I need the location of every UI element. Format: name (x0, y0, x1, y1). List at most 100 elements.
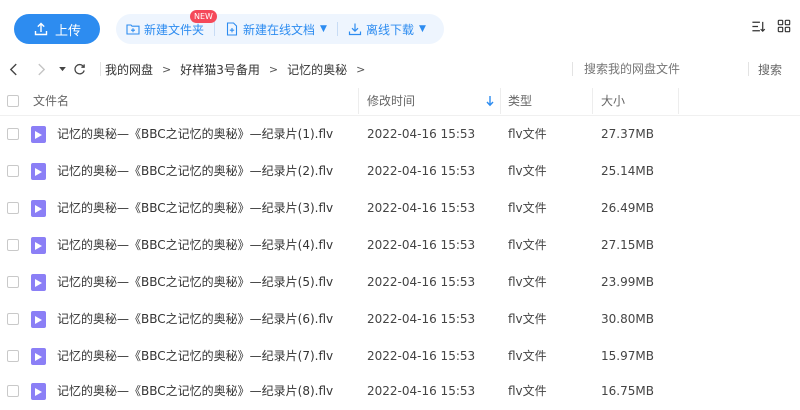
chevron-left-icon (9, 63, 17, 75)
file-name[interactable]: 记忆的奥秘—《BBC之记忆的奥秘》—纪录片(4).flv (57, 227, 333, 264)
row-checkbox[interactable] (7, 239, 19, 251)
select-all-checkbox[interactable] (7, 95, 19, 107)
column-header-size[interactable]: 大小 (601, 86, 625, 116)
row-checkbox[interactable] (7, 276, 19, 288)
row-checkbox[interactable] (7, 350, 19, 362)
file-name[interactable]: 记忆的奥秘—《BBC之记忆的奥秘》—纪录片(6).flv (57, 301, 333, 338)
row-checkbox[interactable] (7, 385, 19, 397)
forward-button[interactable] (32, 59, 50, 79)
sort-icon[interactable] (750, 18, 766, 34)
breadcrumb-item[interactable]: 好样猫3号备用 (180, 61, 260, 78)
file-name[interactable]: 记忆的奥秘—《BBC之记忆的奥秘》—纪录片(1).flv (57, 116, 333, 153)
file-modified: 2022-04-16 15:53 (367, 312, 476, 326)
file-size: 25.14MB (601, 164, 654, 178)
file-type: flv文件 (508, 127, 547, 141)
file-type: flv文件 (508, 384, 547, 398)
chevron-down-icon: ▼ (418, 24, 426, 34)
new-folder-label: 新建文件夹 (144, 22, 205, 37)
file-modified: 2022-04-16 15:53 (367, 384, 476, 398)
file-name[interactable]: 记忆的奥秘—《BBC之记忆的奥秘》—纪录片(2).flv (57, 153, 333, 190)
file-name[interactable]: 记忆的奥秘—《BBC之记忆的奥秘》—纪录片(3).flv (57, 190, 333, 227)
column-header-modified[interactable]: 修改时间 (367, 86, 415, 116)
file-type: flv文件 (508, 349, 547, 363)
file-size: 16.75MB (601, 384, 654, 398)
column-divider (592, 88, 593, 114)
table-row[interactable]: 记忆的奥秘—《BBC之记忆的奥秘》—纪录片(4).flv 2022-04-16 … (0, 227, 800, 264)
table-row[interactable]: 记忆的奥秘—《BBC之记忆的奥秘》—纪录片(1).flv 2022-04-16 … (0, 116, 800, 153)
video-file-icon (31, 163, 46, 180)
file-type: flv文件 (508, 164, 547, 178)
file-type: flv文件 (508, 201, 547, 215)
file-type: flv文件 (508, 238, 547, 252)
video-file-icon (31, 311, 46, 328)
file-modified: 2022-04-16 15:53 (367, 349, 476, 363)
sort-descending-icon[interactable] (486, 95, 494, 107)
action-group: 新建文件夹 新建在线文档 ▼ 离线下载 ▼ (116, 14, 444, 44)
file-name[interactable]: 记忆的奥秘—《BBC之记忆的奥秘》—纪录片(7).flv (57, 338, 333, 375)
refresh-button[interactable] (70, 59, 88, 79)
grid-view-icon[interactable] (776, 18, 792, 34)
column-header-name[interactable]: 文件名 (33, 86, 69, 116)
table-row[interactable]: 记忆的奥秘—《BBC之记忆的奥秘》—纪录片(7).flv 2022-04-16 … (0, 338, 800, 375)
caret-down-icon (58, 66, 66, 71)
chevron-down-icon: ▼ (320, 24, 327, 34)
column-divider (358, 88, 359, 114)
offline-download-label: 离线下载 (365, 22, 414, 37)
offline-download-button[interactable]: 离线下载 ▼ (338, 14, 436, 44)
breadcrumb-item-current[interactable]: 记忆的奥秘 (287, 61, 347, 78)
file-modified: 2022-04-16 15:53 (367, 275, 476, 289)
chevron-right-icon (37, 63, 45, 75)
file-modified: 2022-04-16 15:53 (367, 238, 476, 252)
new-online-doc-label: 新建在线文档 (243, 22, 316, 37)
breadcrumb: 我的网盘 > 好样猫3号备用 > 记忆的奥秘 > (105, 61, 374, 78)
search-input[interactable] (584, 59, 744, 79)
breadcrumb-item[interactable]: 我的网盘 (105, 61, 153, 78)
view-controls (750, 18, 792, 34)
file-name[interactable]: 记忆的奥秘—《BBC之记忆的奥秘》—纪录片(5).flv (57, 264, 333, 301)
file-modified: 2022-04-16 15:53 (367, 164, 476, 178)
row-checkbox[interactable] (7, 128, 19, 140)
upload-icon (34, 22, 48, 36)
row-checkbox[interactable] (7, 202, 19, 214)
nav-divider (572, 62, 573, 76)
upload-label: 上传 (54, 23, 81, 39)
toolbar: 上传 新建文件夹 新建在线文档 ▼ 离线下载 ▼ NEW (0, 0, 800, 56)
column-divider (500, 88, 501, 114)
video-file-icon (31, 126, 46, 143)
video-file-icon (31, 237, 46, 254)
search-button[interactable]: 搜索 (758, 61, 782, 78)
column-header-type[interactable]: 类型 (508, 86, 532, 116)
breadcrumb-separator: > (162, 62, 172, 76)
file-size: 26.49MB (601, 201, 654, 215)
row-checkbox[interactable] (7, 313, 19, 325)
file-size: 30.80MB (601, 312, 654, 326)
upload-button[interactable]: 上传 (14, 14, 100, 44)
navigation-bar: 我的网盘 > 好样猫3号备用 > 记忆的奥秘 > 搜索 (0, 56, 800, 82)
file-size: 23.99MB (601, 275, 654, 289)
history-dropdown[interactable] (56, 59, 68, 79)
table-row[interactable]: 记忆的奥秘—《BBC之记忆的奥秘》—纪录片(8).flv 2022-04-16 … (0, 373, 800, 410)
folder-plus-icon (126, 24, 140, 35)
file-modified: 2022-04-16 15:53 (367, 201, 476, 215)
file-modified: 2022-04-16 15:53 (367, 127, 476, 141)
refresh-icon (73, 63, 85, 74)
row-checkbox[interactable] (7, 165, 19, 177)
column-divider (678, 88, 679, 114)
download-icon (348, 23, 362, 36)
file-name[interactable]: 记忆的奥秘—《BBC之记忆的奥秘》—纪录片(8).flv (57, 373, 333, 410)
back-button[interactable] (4, 59, 22, 79)
document-plus-icon (226, 22, 238, 36)
table-row[interactable]: 记忆的奥秘—《BBC之记忆的奥秘》—纪录片(6).flv 2022-04-16 … (0, 301, 800, 338)
new-online-doc-button[interactable]: 新建在线文档 ▼ (215, 14, 337, 44)
new-badge: NEW (190, 10, 217, 23)
table-header: 文件名 修改时间 类型 大小 (0, 86, 800, 116)
file-type: flv文件 (508, 275, 547, 289)
video-file-icon (31, 274, 46, 291)
file-type: flv文件 (508, 312, 547, 326)
table-row[interactable]: 记忆的奥秘—《BBC之记忆的奥秘》—纪录片(2).flv 2022-04-16 … (0, 153, 800, 190)
video-file-icon (31, 383, 46, 400)
table-row[interactable]: 记忆的奥秘—《BBC之记忆的奥秘》—纪录片(5).flv 2022-04-16 … (0, 264, 800, 301)
file-size: 15.97MB (601, 349, 654, 363)
breadcrumb-separator: > (268, 62, 279, 76)
table-row[interactable]: 记忆的奥秘—《BBC之记忆的奥秘》—纪录片(3).flv 2022-04-16 … (0, 190, 800, 227)
